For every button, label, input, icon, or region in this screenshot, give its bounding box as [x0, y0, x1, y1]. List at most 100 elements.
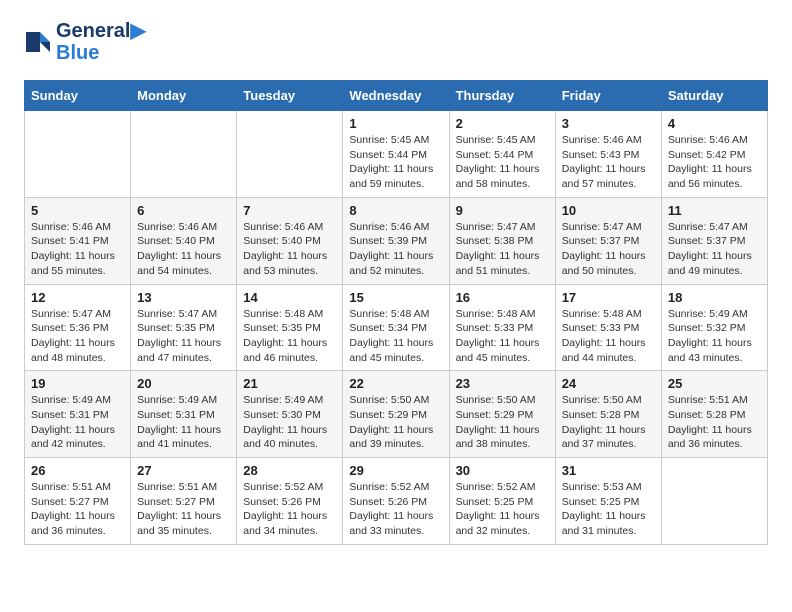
day-number: 19 [31, 376, 124, 391]
day-detail: Sunrise: 5:46 AM Sunset: 5:40 PM Dayligh… [137, 220, 230, 279]
day-number: 25 [668, 376, 761, 391]
day-number: 3 [562, 116, 655, 131]
calendar-cell: 10 Sunrise: 5:47 AM Sunset: 5:37 PM Dayli… [555, 197, 661, 284]
calendar-cell: 16Sunrise: 5:48 AM Sunset: 5:33 PM Dayli… [449, 284, 555, 371]
day-detail: Sunrise: 5:47 AM Sunset: 5:35 PM Dayligh… [137, 307, 230, 366]
calendar-cell: 27 Sunrise: 5:51 AM Sunset: 5:27 PM Dayli… [131, 458, 237, 545]
calendar-cell: 13 Sunrise: 5:47 AM Sunset: 5:35 PM Dayli… [131, 284, 237, 371]
day-detail: Sunrise: 5:49 AM Sunset: 5:31 PM Dayligh… [31, 393, 124, 452]
calendar-cell: 2 Sunrise: 5:45 AM Sunset: 5:44 PM Daylig… [449, 111, 555, 198]
calendar-cell: 3 Sunrise: 5:46 AM Sunset: 5:43 PM Daylig… [555, 111, 661, 198]
calendar-week-row: 26 Sunrise: 5:51 AM Sunset: 5:27 PM Dayli… [25, 458, 768, 545]
calendar-cell: 9 Sunrise: 5:47 AM Sunset: 5:38 PM Daylig… [449, 197, 555, 284]
day-detail: Sunrise: 5:51 AM Sunset: 5:27 PM Dayligh… [137, 480, 230, 539]
day-number: 21 [243, 376, 336, 391]
weekday-header-saturday: Saturday [661, 81, 767, 111]
day-detail: Sunrise: 5:48 AM Sunset: 5:33 PM Dayligh… [562, 307, 655, 366]
calendar-cell [25, 111, 131, 198]
day-number: 17 [562, 290, 655, 305]
calendar-week-row: 5 Sunrise: 5:46 AM Sunset: 5:41 PM Daylig… [25, 197, 768, 284]
weekday-header-row: SundayMondayTuesdayWednesdayThursdayFrid… [25, 81, 768, 111]
day-detail: Sunrise: 5:52 AM Sunset: 5:26 PM Dayligh… [243, 480, 336, 539]
day-detail: Sunrise: 5:46 AM Sunset: 5:41 PM Dayligh… [31, 220, 124, 279]
calendar-cell [237, 111, 343, 198]
calendar-cell: 6 Sunrise: 5:46 AM Sunset: 5:40 PM Daylig… [131, 197, 237, 284]
day-detail: Sunrise: 5:53 AM Sunset: 5:25 PM Dayligh… [562, 480, 655, 539]
day-detail: Sunrise: 5:47 AM Sunset: 5:38 PM Dayligh… [456, 220, 549, 279]
day-number: 26 [31, 463, 124, 478]
day-number: 10 [562, 203, 655, 218]
day-detail: Sunrise: 5:48 AM Sunset: 5:33 PM Dayligh… [456, 307, 549, 366]
calendar-cell: 31 Sunrise: 5:53 AM Sunset: 5:25 PM Dayli… [555, 458, 661, 545]
calendar-week-row: 12Sunrise: 5:47 AM Sunset: 5:36 PM Dayli… [25, 284, 768, 371]
day-number: 11 [668, 203, 761, 218]
day-number: 6 [137, 203, 230, 218]
calendar-cell: 21 Sunrise: 5:49 AM Sunset: 5:30 PM Dayli… [237, 371, 343, 458]
page: General▶ Blue SundayMondayTuesdayWednesd… [0, 0, 792, 565]
day-detail: Sunrise: 5:49 AM Sunset: 5:32 PM Dayligh… [668, 307, 761, 366]
day-number: 27 [137, 463, 230, 478]
day-number: 30 [456, 463, 549, 478]
calendar-cell: 8 Sunrise: 5:46 AM Sunset: 5:39 PM Daylig… [343, 197, 449, 284]
day-detail: Sunrise: 5:50 AM Sunset: 5:29 PM Dayligh… [349, 393, 442, 452]
calendar-cell: 7 Sunrise: 5:46 AM Sunset: 5:40 PM Daylig… [237, 197, 343, 284]
weekday-header-friday: Friday [555, 81, 661, 111]
weekday-header-tuesday: Tuesday [237, 81, 343, 111]
day-number: 8 [349, 203, 442, 218]
day-detail: Sunrise: 5:49 AM Sunset: 5:31 PM Dayligh… [137, 393, 230, 452]
calendar-cell: 12Sunrise: 5:47 AM Sunset: 5:36 PM Dayli… [25, 284, 131, 371]
calendar-table: SundayMondayTuesdayWednesdayThursdayFrid… [24, 80, 768, 545]
day-detail: Sunrise: 5:51 AM Sunset: 5:28 PM Dayligh… [668, 393, 761, 452]
calendar-cell [661, 458, 767, 545]
calendar-cell: 26 Sunrise: 5:51 AM Sunset: 5:27 PM Dayli… [25, 458, 131, 545]
day-number: 31 [562, 463, 655, 478]
header: General▶ Blue [24, 20, 768, 64]
day-number: 13 [137, 290, 230, 305]
calendar-cell: 23Sunrise: 5:50 AM Sunset: 5:29 PM Dayli… [449, 371, 555, 458]
day-detail: Sunrise: 5:49 AM Sunset: 5:30 PM Dayligh… [243, 393, 336, 452]
day-number: 1 [349, 116, 442, 131]
day-detail: Sunrise: 5:50 AM Sunset: 5:29 PM Dayligh… [456, 393, 549, 452]
day-number: 15 [349, 290, 442, 305]
day-number: 2 [456, 116, 549, 131]
day-number: 9 [456, 203, 549, 218]
day-detail: Sunrise: 5:46 AM Sunset: 5:40 PM Dayligh… [243, 220, 336, 279]
day-detail: Sunrise: 5:48 AM Sunset: 5:35 PM Dayligh… [243, 307, 336, 366]
day-number: 20 [137, 376, 230, 391]
day-detail: Sunrise: 5:46 AM Sunset: 5:39 PM Dayligh… [349, 220, 442, 279]
weekday-header-monday: Monday [131, 81, 237, 111]
day-number: 24 [562, 376, 655, 391]
day-detail: Sunrise: 5:46 AM Sunset: 5:42 PM Dayligh… [668, 133, 761, 192]
day-detail: Sunrise: 5:52 AM Sunset: 5:26 PM Dayligh… [349, 480, 442, 539]
weekday-header-thursday: Thursday [449, 81, 555, 111]
day-number: 18 [668, 290, 761, 305]
calendar-cell: 14Sunrise: 5:48 AM Sunset: 5:35 PM Dayli… [237, 284, 343, 371]
day-detail: Sunrise: 5:52 AM Sunset: 5:25 PM Dayligh… [456, 480, 549, 539]
calendar-cell: 11Sunrise: 5:47 AM Sunset: 5:37 PM Dayli… [661, 197, 767, 284]
calendar-cell: 15 Sunrise: 5:48 AM Sunset: 5:34 PM Dayli… [343, 284, 449, 371]
day-detail: Sunrise: 5:46 AM Sunset: 5:43 PM Dayligh… [562, 133, 655, 192]
calendar-cell: 24 Sunrise: 5:50 AM Sunset: 5:28 PM Dayli… [555, 371, 661, 458]
calendar-cell: 29Sunrise: 5:52 AM Sunset: 5:26 PM Dayli… [343, 458, 449, 545]
day-detail: Sunrise: 5:51 AM Sunset: 5:27 PM Dayligh… [31, 480, 124, 539]
day-detail: Sunrise: 5:45 AM Sunset: 5:44 PM Dayligh… [456, 133, 549, 192]
calendar-cell: 30 Sunrise: 5:52 AM Sunset: 5:25 PM Dayli… [449, 458, 555, 545]
logo: General▶ Blue [24, 20, 146, 64]
day-detail: Sunrise: 5:48 AM Sunset: 5:34 PM Dayligh… [349, 307, 442, 366]
weekday-header-sunday: Sunday [25, 81, 131, 111]
calendar-cell: 28 Sunrise: 5:52 AM Sunset: 5:26 PM Dayli… [237, 458, 343, 545]
day-number: 5 [31, 203, 124, 218]
day-detail: Sunrise: 5:47 AM Sunset: 5:37 PM Dayligh… [562, 220, 655, 279]
calendar-cell: 4Sunrise: 5:46 AM Sunset: 5:42 PM Daylig… [661, 111, 767, 198]
day-number: 28 [243, 463, 336, 478]
day-number: 7 [243, 203, 336, 218]
day-detail: Sunrise: 5:45 AM Sunset: 5:44 PM Dayligh… [349, 133, 442, 192]
logo-text: General▶ Blue [56, 20, 146, 64]
day-number: 22 [349, 376, 442, 391]
weekday-header-wednesday: Wednesday [343, 81, 449, 111]
calendar-cell: 18 Sunrise: 5:49 AM Sunset: 5:32 PM Dayli… [661, 284, 767, 371]
calendar-cell: 1 Sunrise: 5:45 AM Sunset: 5:44 PM Daylig… [343, 111, 449, 198]
logo-icon [24, 28, 52, 56]
day-detail: Sunrise: 5:50 AM Sunset: 5:28 PM Dayligh… [562, 393, 655, 452]
day-number: 12 [31, 290, 124, 305]
